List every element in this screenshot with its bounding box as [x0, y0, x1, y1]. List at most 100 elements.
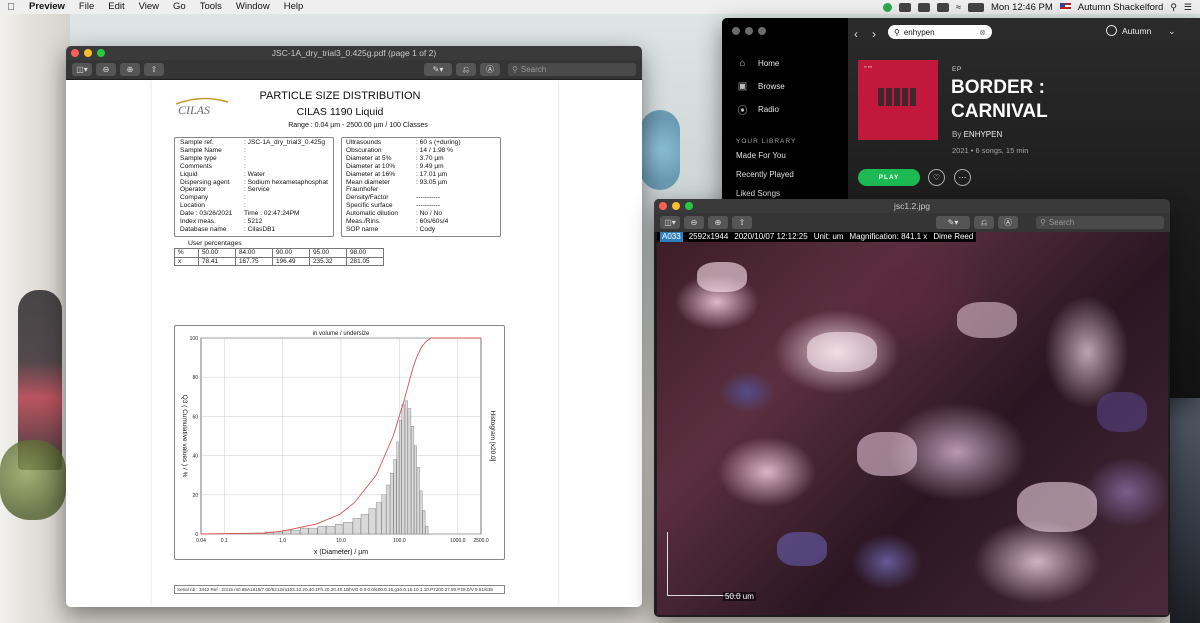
- back-arrow-icon[interactable]: ‹: [854, 27, 858, 41]
- annotate-button[interactable]: Ⓐ: [480, 63, 500, 76]
- field-key: Index meas.: [180, 218, 216, 226]
- artist-link[interactable]: ENHYPEN: [964, 130, 1003, 139]
- zoom-button[interactable]: [758, 27, 766, 35]
- field-value: -----------: [416, 194, 441, 202]
- menu-view[interactable]: View: [132, 0, 166, 14]
- field-value: :: [244, 162, 246, 170]
- field-key: Obscuration: [346, 146, 382, 154]
- particle-highlight: [1097, 392, 1147, 432]
- battery-icon[interactable]: [967, 2, 984, 12]
- menu-list-icon[interactable]: ☰: [1184, 2, 1192, 13]
- play-button[interactable]: PLAY: [858, 169, 920, 186]
- sidebar-toggle-button[interactable]: ◫▾: [72, 63, 92, 76]
- histogram-bar: [404, 400, 408, 535]
- bluetooth-icon[interactable]: [937, 2, 950, 12]
- menu-app-name[interactable]: Preview: [22, 0, 72, 14]
- y-axis-label: Q3 ( Cumulative values ) / %: [181, 395, 188, 478]
- report-subtitle: CILAS 1190 Liquid: [296, 106, 384, 118]
- field-value: : No / No: [416, 210, 443, 218]
- table-cell: 84.00: [235, 248, 273, 258]
- green-status-icon[interactable]: [883, 2, 893, 12]
- wifi-icon[interactable]: ≈: [956, 2, 961, 12]
- menu-user-name[interactable]: Autumn Shackelford: [1078, 2, 1164, 13]
- menu-tools[interactable]: Tools: [193, 0, 229, 14]
- chevron-down-icon[interactable]: ⌄: [1168, 26, 1176, 37]
- particle-highlight: [697, 262, 747, 292]
- zoom-out-button[interactable]: ⊖: [96, 63, 116, 76]
- forward-arrow-icon[interactable]: ›: [872, 27, 876, 41]
- annotate-button[interactable]: Ⓐ: [998, 216, 1018, 229]
- histogram-bar: [411, 425, 415, 535]
- sidebar-item-radio[interactable]: ⦿ Radio: [736, 103, 779, 117]
- histogram-bar: [422, 510, 426, 535]
- zoom-out-button[interactable]: ⊖: [684, 216, 704, 229]
- field-value: : JSC-1A_dry_trial3_0.425g: [244, 139, 326, 146]
- user-menu[interactable]: Autumn: [1106, 25, 1151, 36]
- wallpaper-detail: [640, 110, 680, 190]
- input-flag-icon[interactable]: [1059, 3, 1071, 11]
- apple-menu-icon[interactable]: : [0, 2, 22, 13]
- sidebar-toggle-button[interactable]: ◫▾: [660, 216, 680, 229]
- particle-highlight: [777, 532, 827, 566]
- microscope-image[interactable]: A033 2592x1944 2020/10/07 12:12:25 Unit:…: [657, 232, 1168, 615]
- cover-art-pattern: [878, 88, 916, 106]
- field-key: Dispersing agent: [180, 178, 230, 186]
- table-row: x 78.41 167.75 196.49 235.32 281.05: [174, 256, 384, 266]
- search-input[interactable]: ⚲ Search: [1036, 216, 1164, 229]
- clear-search-icon[interactable]: ⊗: [979, 28, 986, 37]
- menu-go[interactable]: Go: [166, 0, 193, 14]
- sidebar-item-home[interactable]: ⌂ Home: [736, 57, 779, 70]
- image-timestamp: 2020/10/07 12:12:25: [734, 232, 808, 241]
- y2-axis-label: Histogram [x20.0]: [489, 411, 496, 462]
- cast-status-icon[interactable]: [918, 2, 931, 12]
- field-value: : Service: [244, 186, 270, 194]
- menu-help[interactable]: Help: [277, 0, 311, 14]
- pdf-content-area[interactable]: CILAS PARTICLE SIZE DISTRIBUTION CILAS 1…: [66, 80, 642, 607]
- zoom-in-button[interactable]: ⊕: [120, 63, 140, 76]
- rotate-button[interactable]: ⎌: [974, 216, 994, 229]
- field-value: :: [244, 194, 246, 202]
- field-value: : Cody: [416, 225, 436, 233]
- markup-pen-button[interactable]: ✎▾: [424, 63, 452, 76]
- menu-edit[interactable]: Edit: [101, 0, 131, 14]
- library-item-liked-songs[interactable]: Liked Songs: [736, 189, 780, 198]
- close-button[interactable]: [732, 27, 740, 35]
- wallpaper-plant: [0, 440, 66, 520]
- menu-window[interactable]: Window: [229, 0, 277, 14]
- field-row: Density/Factor -----------: [346, 194, 461, 202]
- chart-title: in volume / undersize: [313, 331, 370, 337]
- field-value: : 17.01 µm: [416, 170, 448, 178]
- histogram-bar: [375, 502, 382, 535]
- field-key: Diameter at 5%: [346, 154, 392, 162]
- zoom-in-button[interactable]: ⊕: [708, 216, 728, 229]
- field-value: : CilasDB1: [244, 225, 276, 233]
- like-button[interactable]: ♡: [928, 169, 945, 186]
- menu-file[interactable]: File: [72, 0, 101, 14]
- minimize-button[interactable]: [745, 27, 753, 35]
- field-key: Database name: [180, 225, 227, 233]
- field-value: : Water: [244, 170, 266, 178]
- rotate-button[interactable]: ⎌: [456, 63, 476, 76]
- field-value: : 93.05 µm: [416, 178, 448, 186]
- histogram-bar: [416, 467, 420, 535]
- field-row: Index meas.: 5212: [180, 218, 328, 226]
- share-button[interactable]: ⇧: [732, 216, 752, 229]
- x-tick-label: 2500.0: [473, 538, 489, 544]
- more-options-button[interactable]: ⋯: [954, 169, 971, 186]
- display-status-icon[interactable]: [899, 2, 912, 12]
- search-input[interactable]: ⚲ Search: [508, 63, 636, 76]
- field-key: Date : 03/26/2021: [180, 210, 233, 218]
- clock[interactable]: Mon 12:46 PM: [991, 2, 1053, 13]
- search-input[interactable]: ⚲ enhypen ⊗: [888, 25, 992, 39]
- markup-pen-button[interactable]: ✎▾: [936, 216, 970, 229]
- field-row: Sample type:: [180, 155, 328, 163]
- histogram-bar: [290, 529, 300, 535]
- image-preview-window: jsc1.2.jpg ◫▾ ⊖ ⊕ ⇧ ✎▾ ⎌ Ⓐ ⚲ Search A033…: [654, 199, 1170, 617]
- library-item-made-for-you[interactable]: Made For You: [736, 151, 786, 160]
- sidebar-item-browse[interactable]: ▣ Browse: [736, 80, 785, 93]
- svg-text:CILAS: CILAS: [178, 103, 210, 117]
- search-icon[interactable]: ⚲: [1170, 2, 1177, 13]
- library-item-recently-played[interactable]: Recently Played: [736, 170, 794, 179]
- psd-chart-frame: 0 20 40 60 80 100 0.04 0.1 1.0 10.0 100.0 1000.0 250…: [174, 325, 505, 560]
- share-button[interactable]: ⇧: [144, 63, 164, 76]
